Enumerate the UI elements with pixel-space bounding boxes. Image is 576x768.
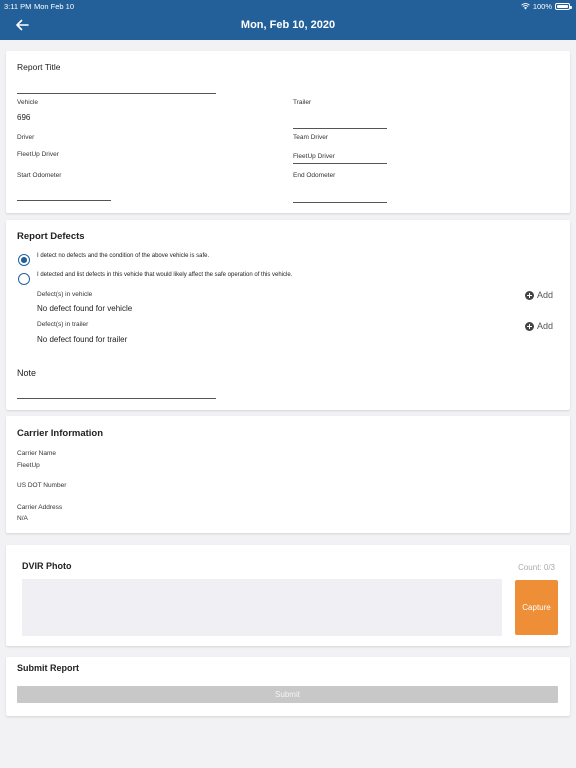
status-time: 3:11 PM: [4, 2, 32, 11]
end-odometer-label: End Odometer: [293, 172, 336, 179]
trailer-defects-value: No defect found for trailer: [37, 335, 128, 344]
report-defects-card: Report Defects I detect no defects and t…: [6, 220, 570, 410]
dvir-photo-card: DVIR Photo Count: 0/3 Capture: [6, 545, 570, 646]
end-odometer-input[interactable]: [293, 202, 387, 203]
add-trailer-defect-button[interactable]: Add: [525, 321, 553, 331]
battery-percent: 100%: [532, 2, 552, 11]
nav-title: Mon, Feb 10, 2020: [240, 19, 336, 31]
vehicle-value[interactable]: 696: [17, 113, 30, 122]
carrier-name-label: Carrier Name: [17, 450, 57, 457]
report-info-card: Report Title Vehicle 696 Trailer Driver …: [6, 51, 570, 213]
plus-circle-icon: [525, 321, 534, 331]
carrier-name-value: FleetUp: [17, 462, 40, 469]
submit-title: Submit Report: [17, 663, 79, 673]
status-bar: 3:11 PM Mon Feb 10 100%: [0, 0, 576, 12]
defects-found-radio[interactable]: [18, 273, 30, 285]
add-label: Add: [537, 290, 554, 300]
start-odometer-input[interactable]: [17, 200, 111, 201]
carrier-address-value: N/A: [17, 515, 28, 522]
vehicle-defects-label: Defect(s) in vehicle: [37, 291, 93, 298]
status-indicators: 100%: [521, 2, 572, 11]
note-label: Note: [17, 368, 37, 378]
defects-title: Report Defects: [17, 231, 85, 242]
plus-circle-icon: [525, 290, 534, 300]
vehicle-defects-value: No defect found for vehicle: [37, 304, 133, 313]
add-label: Add: [537, 321, 554, 331]
trailer-input[interactable]: [293, 128, 387, 129]
team-driver-value[interactable]: FleetUp Driver: [293, 153, 335, 160]
carrier-address-label: Carrier Address: [17, 504, 63, 511]
no-defects-radio[interactable]: [18, 254, 30, 266]
team-driver-label: Team Driver: [293, 134, 329, 141]
submit-report-card: Submit Report Submit: [6, 657, 570, 716]
submit-button[interactable]: Submit: [17, 686, 558, 703]
capture-button[interactable]: Capture: [515, 580, 558, 635]
photo-count: Count: 0/3: [518, 563, 555, 572]
trailer-label: Trailer: [293, 99, 312, 106]
photo-title: DVIR Photo: [22, 561, 72, 571]
carrier-info-card: Carrier Information Carrier Name FleetUp…: [6, 416, 570, 533]
no-defects-label[interactable]: I detect no defects and the condition of…: [37, 253, 209, 259]
note-input[interactable]: [17, 398, 216, 399]
battery-icon: [555, 3, 572, 10]
report-title-label: Report Title: [17, 62, 61, 72]
report-title-input[interactable]: [17, 93, 216, 94]
driver-value: FleetUp Driver: [17, 151, 59, 158]
dot-number-label: US DOT Number: [17, 482, 67, 489]
trailer-defects-label: Defect(s) in trailer: [37, 321, 89, 328]
carrier-title: Carrier Information: [17, 428, 104, 439]
vehicle-label: Vehicle: [17, 99, 38, 106]
team-driver-underline: [293, 163, 387, 164]
status-date: Mon Feb 10: [34, 2, 75, 11]
add-vehicle-defect-button[interactable]: Add: [525, 290, 553, 300]
photo-area[interactable]: [22, 579, 502, 636]
wifi-icon: [521, 3, 530, 10]
start-odometer-label: Start Odometer: [17, 172, 62, 179]
app-header: 3:11 PM Mon Feb 10 100% Mon, Feb 10, 202…: [0, 0, 576, 40]
defects-found-label[interactable]: I detected and list defects in this vehi…: [37, 272, 292, 278]
driver-label: Driver: [17, 134, 35, 141]
